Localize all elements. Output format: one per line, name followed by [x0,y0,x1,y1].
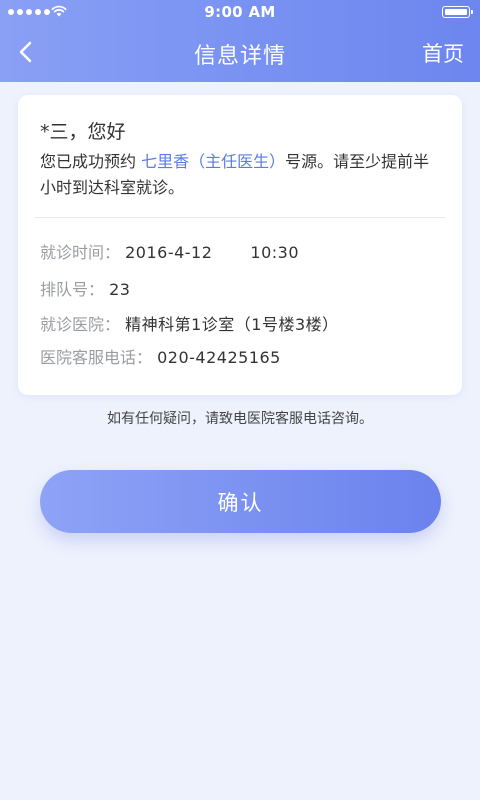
confirm-button[interactable]: 确认 [40,470,441,533]
appointment-card: *三，您好 您已成功预约 七里香（主任医生）号源。请至少提前半小时到达科室就诊。… [18,95,462,395]
visit-time-label: 就诊时间： [40,243,121,262]
visit-time-row: 就诊时间： 2016-4-12 10:30 [40,239,299,263]
visit-date: 2016-4-12 [125,243,213,262]
status-bar: 9:00 AM [0,0,480,24]
queue-row: 排队号： 23 [40,276,130,300]
queue-number: 23 [109,280,131,299]
hotline-label: 医院客服电话： [40,348,153,367]
hotline-row: 医院客服电话： 020-42425165 [40,344,281,368]
battery-icon [442,6,473,18]
greeting: *三，您好 [40,121,126,143]
status-time: 9:00 AM [204,3,276,21]
header: 9:00 AM 信息详情 首页 [0,0,480,82]
hospital-row: 就诊医院： 精神科第1诊室（1号楼3楼） [40,311,339,335]
app-screen: 9:00 AM 信息详情 首页 *三，您好 您已成功预约 七里香（主任医生）号源… [0,0,480,800]
help-hint: 如有任何疑问，请致电医院客服电话咨询。 [107,411,373,427]
doctor-link[interactable]: 七里香（主任医生） [141,152,285,171]
visit-clock: 10:30 [250,243,300,262]
nav-bar: 信息详情 首页 [0,24,480,82]
queue-label: 排队号： [40,280,105,299]
hotline-value[interactable]: 020-42425165 [157,348,281,367]
page-title: 信息详情 [193,44,286,69]
hospital-label: 就诊医院： [40,315,121,334]
appointment-message: 您已成功预约 七里香（主任医生）号源。请至少提前半小时到达科室就诊。 [40,149,440,201]
home-link[interactable]: 首页 [422,38,464,68]
divider [34,217,446,218]
message-prefix: 您已成功预约 [40,152,137,171]
hospital-value: 精神科第1诊室（1号楼3楼） [125,315,339,334]
